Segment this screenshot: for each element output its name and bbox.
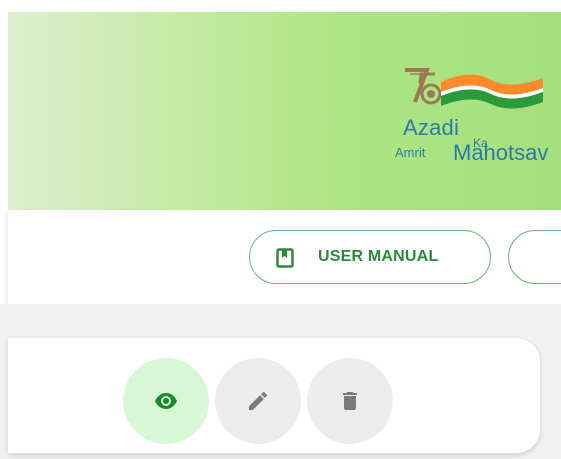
delete-button[interactable] <box>307 358 393 444</box>
view-button[interactable] <box>123 358 209 444</box>
toolbar-secondary-button[interactable] <box>508 230 561 284</box>
pencil-icon <box>249 391 268 410</box>
logo-text-mahotsav: Mahotsav <box>453 140 549 165</box>
user-manual-button[interactable]: USER MANUAL <box>249 230 491 284</box>
record-row-card <box>8 338 540 453</box>
logo-text-amrit: Amrit <box>395 145 426 160</box>
logo-75-flag-graphic <box>405 68 543 109</box>
header-banner: Azadi Ka Amrit Mahotsav <box>8 12 561 210</box>
azadi-ka-amrit-mahotsav-logo: Azadi Ka Amrit Mahotsav <box>393 62 561 182</box>
toolbar: USER MANUAL <box>8 210 561 304</box>
eye-icon <box>155 393 177 409</box>
book-icon <box>276 248 294 268</box>
user-manual-label: USER MANUAL <box>318 248 439 265</box>
edit-button[interactable] <box>215 358 301 444</box>
logo-text-azadi: Azadi <box>403 115 460 140</box>
trash-icon <box>343 392 357 410</box>
